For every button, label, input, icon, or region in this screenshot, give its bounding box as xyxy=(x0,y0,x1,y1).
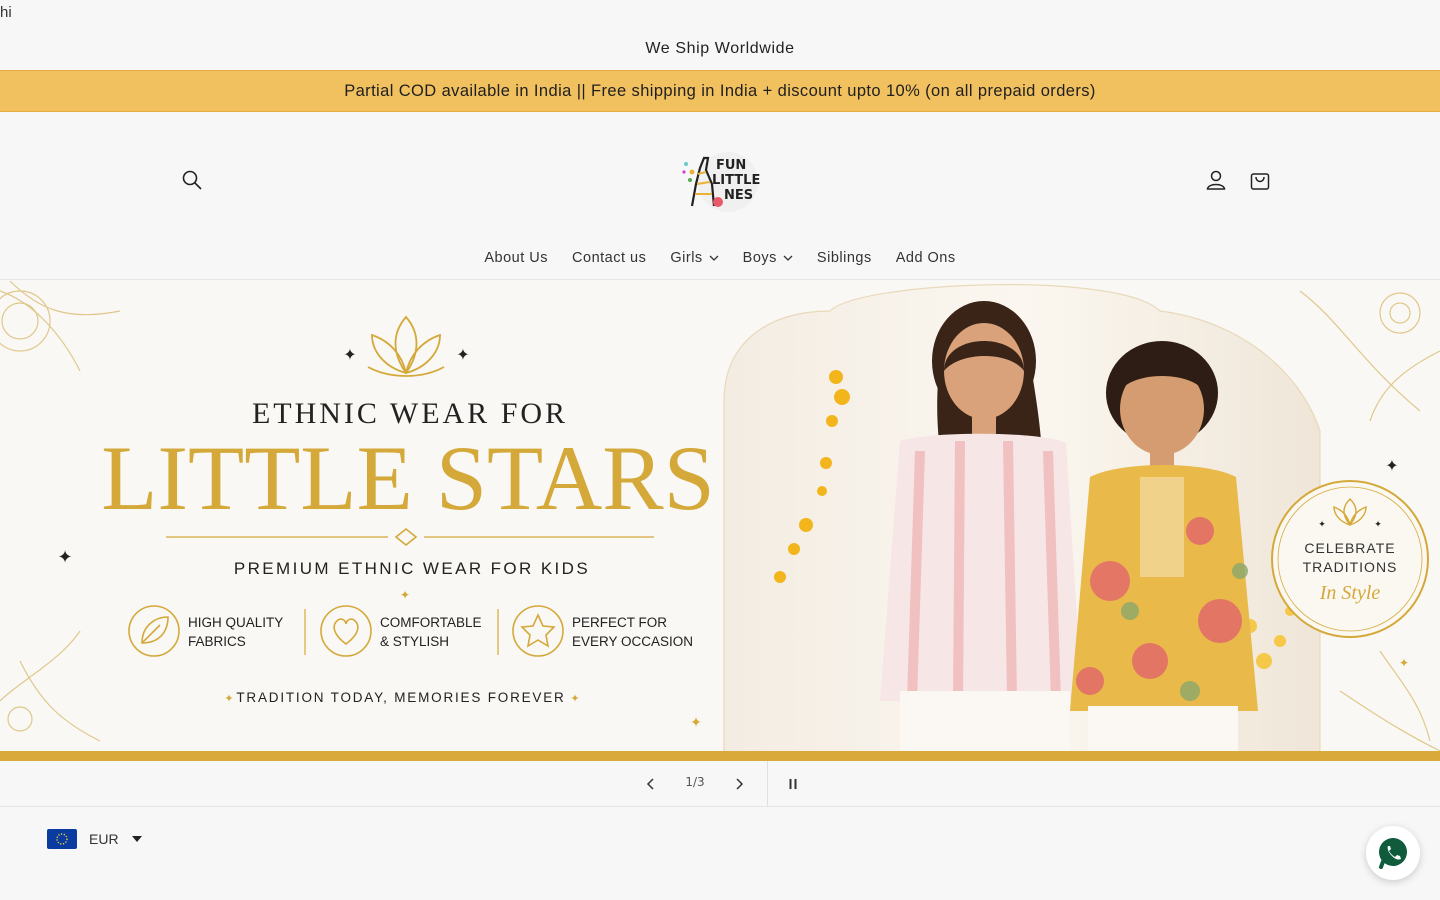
nav-label: Contact us xyxy=(572,250,647,266)
slide-counter: 1/3 xyxy=(685,775,705,789)
nav-item-about-us[interactable]: About Us xyxy=(472,244,560,272)
svg-text:✦: ✦ xyxy=(400,588,410,602)
logo-text-line: LITTLE xyxy=(712,173,761,188)
badge-line: CELEBRATE xyxy=(1304,540,1395,556)
cart-button[interactable] xyxy=(1242,162,1278,198)
nav-item-add-ons[interactable]: Add Ons xyxy=(884,244,968,272)
announcement-text: Partial COD available in India || Free s… xyxy=(344,81,1096,100)
account-button[interactable] xyxy=(1198,162,1234,198)
search-icon xyxy=(182,170,202,190)
whatsapp-chat-button[interactable] xyxy=(1366,826,1420,880)
svg-text:✦: ✦ xyxy=(1385,456,1398,475)
svg-text:✦: ✦ xyxy=(570,692,579,705)
main-navigation: About Us Contact us Girls Boys Siblings … xyxy=(0,244,1440,272)
leaf-icon xyxy=(141,616,169,644)
badge-line: TRADITIONS xyxy=(1303,559,1398,575)
feature-line: FABRICS xyxy=(188,634,246,649)
feature-line: PERFECT FOR xyxy=(572,615,667,630)
account-icon xyxy=(1206,170,1226,190)
hero-banner-slide[interactable]: ✦ ✦ ✦ ✦ ETHNIC WEAR FOR LITTLE STARS PRE… xyxy=(0,281,1440,761)
whatsapp-icon xyxy=(1379,838,1407,869)
caret-down-icon xyxy=(131,836,142,842)
svg-text:✦: ✦ xyxy=(690,715,702,731)
banner-headline: LITTLE STARS xyxy=(101,427,715,529)
heart-icon xyxy=(333,618,359,646)
feature-line: HIGH QUALITY xyxy=(188,615,283,630)
nav-item-girls[interactable]: Girls xyxy=(658,244,730,272)
nav-label: Girls xyxy=(670,250,703,266)
next-slide-button[interactable] xyxy=(724,769,754,799)
feature-line: & STYLISH xyxy=(380,634,449,649)
banner-subhead: PREMIUM ETHNIC WEAR FOR KIDS xyxy=(234,559,590,578)
lotus-icon xyxy=(367,315,445,377)
celebrate-traditions-badge: ✦ ✦ CELEBRATE TRADITIONS In Style xyxy=(1271,480,1429,638)
currency-selector[interactable]: EUR xyxy=(47,829,143,849)
chevron-down-icon xyxy=(709,255,719,261)
banner-tagline: TRADITION TODAY, MEMORIES FOREVER xyxy=(236,690,565,705)
previous-slide-button[interactable] xyxy=(636,769,666,799)
pause-slideshow-button[interactable] xyxy=(778,769,808,799)
logo-text-line: FUN xyxy=(716,158,747,173)
nav-label: Siblings xyxy=(816,250,872,266)
svg-text:✦: ✦ xyxy=(224,692,233,705)
star-icon xyxy=(520,613,556,648)
banner-kicker: ETHNIC WEAR FOR xyxy=(252,397,568,430)
svg-text:✦: ✦ xyxy=(1318,520,1326,530)
logo-text-line: NES xyxy=(724,188,754,203)
pause-icon xyxy=(789,779,797,789)
svg-text:✦: ✦ xyxy=(57,547,72,568)
svg-text:✦: ✦ xyxy=(343,345,356,364)
controls-divider xyxy=(767,761,768,807)
currency-code: EUR xyxy=(89,831,119,847)
site-header: FUN LITTLE NES About Us Contact us Girls… xyxy=(0,112,1440,280)
nav-item-boys[interactable]: Boys xyxy=(731,244,805,272)
hero-banner-artwork: ✦ ✦ ✦ ✦ ETHNIC WEAR FOR LITTLE STARS PRE… xyxy=(0,281,1440,761)
search-button[interactable] xyxy=(174,162,210,198)
banner-gold-strip xyxy=(0,751,1440,761)
badge-script: In Style xyxy=(1319,582,1381,604)
chevron-right-icon xyxy=(736,778,744,790)
nav-label: Add Ons xyxy=(895,250,956,266)
site-logo[interactable]: FUN LITTLE NES xyxy=(670,144,766,216)
nav-item-siblings[interactable]: Siblings xyxy=(805,244,884,272)
svg-text:✦: ✦ xyxy=(1374,520,1382,530)
nav-label: About Us xyxy=(484,250,549,266)
stray-text: hi xyxy=(0,4,12,21)
svg-text:✦: ✦ xyxy=(1399,656,1409,670)
chevron-left-icon xyxy=(646,778,654,790)
announcement-bar-cod: Partial COD available in India || Free s… xyxy=(0,70,1440,112)
slideshow-controls: 1/3 xyxy=(0,761,1440,807)
announcement-bar-worldwide: We Ship Worldwide xyxy=(0,28,1440,70)
chevron-down-icon xyxy=(783,255,793,261)
feature-line: COMFORTABLE xyxy=(380,615,482,630)
nav-label: Boys xyxy=(742,250,777,266)
feature-line: EVERY OCCASION xyxy=(572,634,693,649)
cart-icon xyxy=(1250,173,1270,190)
eu-flag-icon xyxy=(47,829,77,849)
announcement-text: We Ship Worldwide xyxy=(645,40,795,57)
nav-item-contact-us[interactable]: Contact us xyxy=(560,244,658,272)
svg-text:✦: ✦ xyxy=(456,345,469,364)
